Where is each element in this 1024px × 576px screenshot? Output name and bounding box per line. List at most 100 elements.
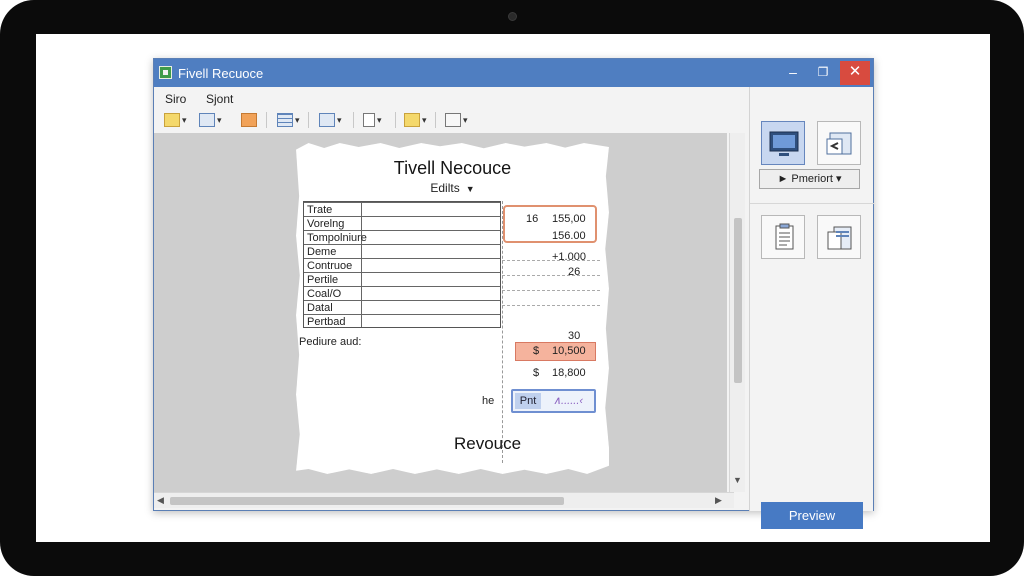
toolbar-separator (353, 112, 354, 128)
copy-button[interactable] (817, 215, 861, 259)
vertical-scroll-thumb[interactable] (734, 218, 742, 383)
page-button[interactable]: ▾ (363, 111, 382, 129)
side-panel: ► Pmeriort ▾ Preview (749, 87, 874, 529)
preview-button[interactable]: Preview (761, 502, 863, 529)
scroll-down-arrow-icon[interactable]: ▼ (733, 475, 742, 485)
export-dropdown[interactable]: ► Pmeriort ▾ (759, 169, 860, 189)
value-right: 30 (568, 330, 581, 342)
row-label: Vorelng (307, 218, 345, 230)
document-button[interactable] (761, 215, 805, 259)
table-row: Deme (304, 244, 500, 259)
view-mode-button[interactable] (761, 121, 805, 165)
receipt-page: Tivell Necouce Edilts ▼ Trate Vorelng Tom… (296, 143, 609, 474)
footer-title: Revouce (454, 434, 522, 453)
app-icon (159, 66, 172, 79)
table-row: Contruoe (304, 258, 500, 273)
window-title: Fivell Recuoce (178, 66, 264, 81)
highlight-amount: 10,500 (552, 345, 586, 357)
copy-icon (827, 226, 852, 250)
chevron-down-icon: ▾ (182, 114, 187, 125)
signature-text: ∧......‹ (553, 395, 584, 407)
edit-button[interactable]: ▾ (404, 111, 427, 129)
scroll-right-arrow-icon[interactable]: ▶ (715, 495, 722, 506)
row-label: Pertile (307, 274, 339, 286)
export-icon (826, 132, 852, 155)
horizontal-scroll-thumb[interactable] (170, 497, 564, 505)
value-right: +1.000 (552, 251, 586, 263)
signature-prefix: he (482, 395, 495, 407)
value-left: 16 (526, 213, 539, 225)
title-bar: Fivell Recuoce – ❐ ✕ (154, 59, 873, 87)
line-items-table: Trate Vorelng Tompolniure Deme Contruoe … (303, 201, 501, 328)
toolbar-separator (266, 112, 267, 128)
output-button[interactable]: ▾ (445, 111, 468, 129)
grid-button[interactable]: ▾ (277, 111, 300, 129)
page-icon (363, 113, 375, 127)
currency-symbol: $ (533, 345, 540, 357)
caret-down-icon: ▼ (465, 184, 475, 194)
close-button[interactable]: ✕ (840, 61, 870, 85)
camera-dot (508, 12, 517, 21)
menu-item-siro[interactable]: Siro (165, 92, 186, 106)
chevron-down-icon: ▾ (463, 114, 468, 125)
chevron-down-icon: ▾ (422, 114, 427, 125)
table-row: Pertile (304, 272, 500, 287)
toolbar-separator (395, 112, 396, 128)
clipboard-icon (775, 223, 794, 250)
maximize-button[interactable]: ❐ (808, 59, 838, 87)
row-label: Tompolniure (307, 232, 367, 244)
toolbar: ▾ ▾ ▾ ▾ ▾ ▾ ▾ (154, 109, 744, 131)
row-label: Pertbad (307, 316, 346, 328)
export-button[interactable] (817, 121, 861, 165)
chevron-down-icon: ▾ (337, 114, 342, 125)
document-title: Tivell Necouce (393, 158, 512, 178)
table-view-icon (199, 113, 215, 127)
menu-bar: Siro Sjont (154, 90, 744, 108)
menu-item-sjont[interactable]: Sjont (206, 92, 233, 106)
table-row: Datal (304, 300, 500, 315)
app-window: Fivell Recuoce – ❐ ✕ Siro Sjont ▾ ▾ ▾ ▾ … (153, 58, 874, 529)
table-row: Tompolniure (304, 230, 500, 245)
vertical-scrollbar[interactable]: ▼ (729, 133, 745, 492)
toolbar-separator (308, 112, 309, 128)
subtitle-label: Edilts (430, 181, 460, 195)
subtotal-label: Pediure aud: (299, 336, 362, 348)
chevron-down-icon: ▾ (217, 114, 222, 125)
table-view-button[interactable]: ▾ (199, 111, 222, 129)
dashed-row-line (502, 275, 600, 276)
total-amount: 18,800 (552, 367, 586, 379)
row-label: Coal/O (307, 288, 342, 300)
minimize-button[interactable]: – (778, 59, 808, 87)
row-label: Deme (307, 246, 337, 258)
edit-icon (404, 113, 420, 127)
monitor-icon (769, 131, 799, 156)
row-label: Contruoe (307, 260, 353, 272)
device-bezel: Fivell Recuoce – ❐ ✕ Siro Sjont ▾ ▾ ▾ ▾ … (0, 0, 1024, 576)
value-right: 155,00 (552, 213, 586, 225)
highlight-button[interactable] (241, 111, 257, 129)
screen: Fivell Recuoce – ❐ ✕ Siro Sjont ▾ ▾ ▾ ▾ … (36, 34, 990, 542)
value-right: 26 (568, 266, 581, 278)
currency-symbol: $ (533, 367, 540, 379)
document-subtitle[interactable]: Edilts ▼ (296, 181, 609, 195)
output-icon (445, 113, 461, 127)
table-row: Pertbad (304, 314, 500, 329)
signature-field[interactable]: Pnt ∧......‹ (511, 389, 596, 413)
toolbar-separator (435, 112, 436, 128)
new-file-icon (164, 113, 180, 127)
row-label: Trate (307, 204, 333, 216)
highlight-icon (241, 113, 257, 127)
grid-icon (277, 113, 293, 127)
new-file-button[interactable]: ▾ (164, 111, 187, 129)
dashed-row-line (502, 305, 600, 306)
layout-button[interactable]: ▾ (319, 111, 342, 129)
dashed-row-line (502, 290, 600, 291)
value-right: 156.00 (552, 230, 586, 242)
horizontal-scrollbar[interactable]: ◀ ▶ (154, 492, 734, 508)
row-label: Datal (307, 302, 333, 314)
scroll-left-arrow-icon[interactable]: ◀ (157, 495, 164, 506)
document-canvas[interactable]: Tivell Necouce Edilts ▼ Trate Vorelng Tom… (154, 133, 727, 492)
layout-icon (319, 113, 335, 127)
panel-divider (750, 203, 874, 204)
print-button[interactable]: Pnt (515, 393, 541, 409)
